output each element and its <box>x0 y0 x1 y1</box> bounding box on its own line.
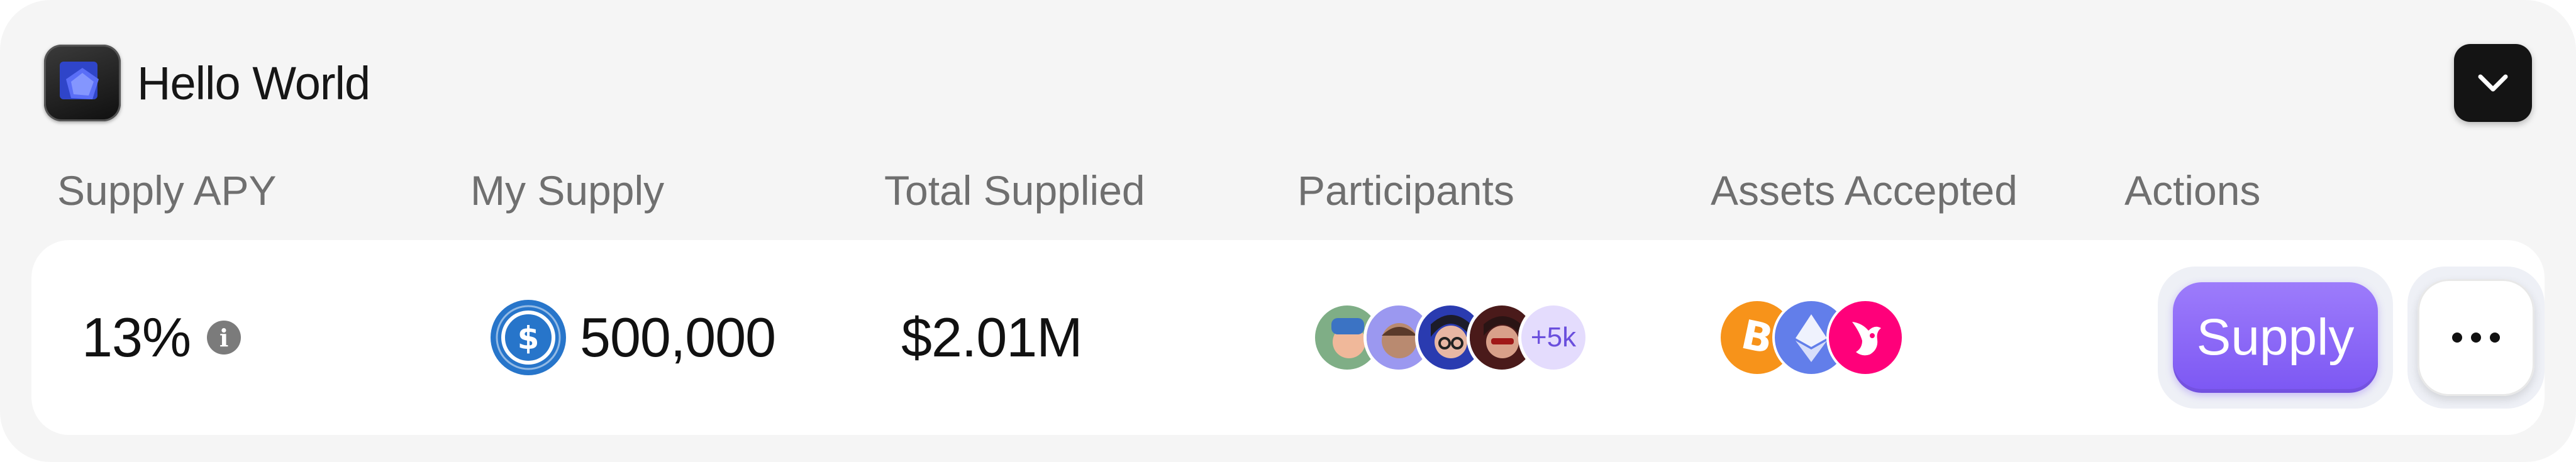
more-dots-icon <box>2452 333 2500 343</box>
column-headers: Supply APY My Supply Total Supplied Part… <box>0 162 2576 219</box>
svg-text:B: B <box>1737 312 1777 364</box>
total-supplied-cell: $2.01M <box>901 240 1083 435</box>
collapse-button[interactable] <box>2454 44 2532 122</box>
my-supply-cell: $ 500,000 <box>491 240 776 435</box>
header-my-supply: My Supply <box>470 167 665 214</box>
app-logo-icon <box>44 45 121 121</box>
info-icon[interactable]: i <box>207 321 242 355</box>
header-actions: Actions <box>2124 167 2261 214</box>
supply-apy-value: 13% <box>82 306 191 368</box>
header-total-supplied: Total Supplied <box>884 167 1145 214</box>
card-title: Hello World <box>137 57 370 109</box>
table-row: 13% i $ 500,000 $2.01M +5k B Supply <box>31 240 2545 435</box>
assets-cell: B <box>1718 240 1904 435</box>
uniswap-icon <box>1826 299 1904 377</box>
assets-list: B <box>1718 299 1904 377</box>
participant-avatars[interactable]: +5k <box>1312 302 1589 373</box>
pool-card: Hello World Supply APY My Supply Total S… <box>0 0 2576 462</box>
usdc-icon: $ <box>491 300 566 375</box>
more-options-button[interactable] <box>2418 279 2534 396</box>
participants-cell: +5k <box>1312 240 1589 435</box>
total-supplied-value: $2.01M <box>901 306 1083 368</box>
chevron-down-icon <box>2478 74 2508 92</box>
header-supply-apy: Supply APY <box>57 167 277 214</box>
header-assets-accepted: Assets Accepted <box>1711 167 2018 214</box>
svg-text:$: $ <box>518 320 540 356</box>
card-header: Hello World <box>44 44 370 122</box>
supply-button[interactable]: Supply <box>2173 282 2378 393</box>
header-participants: Participants <box>1297 167 1514 214</box>
participants-more-badge: +5k <box>1518 302 1589 373</box>
more-button-wrap <box>2407 267 2545 409</box>
supply-button-wrap: Supply <box>2158 267 2393 409</box>
my-supply-amount: 500,000 <box>580 306 776 368</box>
supply-apy-cell: 13% i <box>82 240 242 435</box>
